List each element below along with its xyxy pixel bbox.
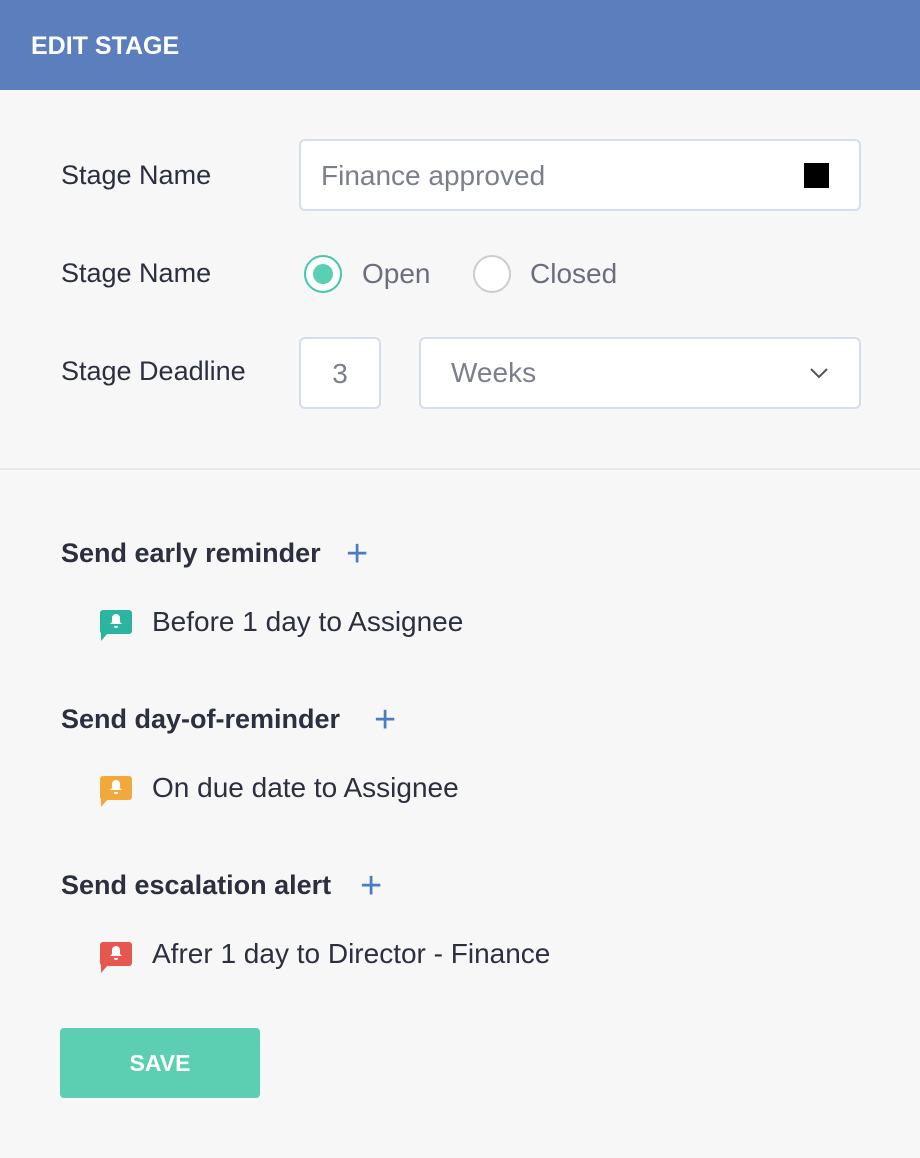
deadline-number-input[interactable]: 3 (299, 337, 381, 409)
escalation-alert-item[interactable]: Afrer 1 day to Director - Finance (100, 938, 551, 973)
page-title: EDIT STAGE (31, 32, 180, 60)
add-day-of-reminder-button[interactable]: + (374, 701, 396, 739)
save-button[interactable]: SAVE (60, 1028, 260, 1098)
divider (0, 468, 920, 470)
page-header: EDIT STAGE (0, 0, 920, 90)
bell-icon (100, 941, 132, 973)
day-of-reminder-text: On due date to Assignee (152, 772, 459, 803)
early-reminder-item[interactable]: Before 1 day to Assignee (100, 606, 464, 641)
deadline-unit-value: Weeks (451, 357, 537, 388)
chevron-down-icon (810, 368, 828, 379)
radio-closed-label[interactable]: Closed (530, 258, 617, 290)
status-label: Stage Name (61, 258, 212, 288)
early-reminder-text: Before 1 day to Assignee (152, 606, 464, 637)
day-of-reminder-title: Send day-of-reminder (61, 704, 341, 734)
stage-name-input[interactable]: Finance approved (299, 139, 861, 211)
escalation-alert-title: Send escalation alert (61, 870, 332, 900)
deadline-number-value: 3 (332, 358, 348, 389)
deadline-unit-select[interactable]: Weeks (419, 337, 861, 409)
radio-open[interactable] (304, 255, 342, 293)
radio-closed[interactable] (473, 255, 511, 293)
color-picker-swatch[interactable] (804, 163, 829, 188)
radio-open-label[interactable]: Open (362, 258, 431, 290)
early-reminder-title: Send early reminder (61, 538, 321, 568)
stage-name-label: Stage Name (61, 160, 212, 190)
stage-name-value: Finance approved (321, 160, 546, 191)
add-escalation-alert-button[interactable]: + (360, 867, 382, 905)
deadline-label: Stage Deadline (61, 356, 246, 386)
bell-icon (100, 609, 132, 641)
bell-icon (100, 775, 132, 807)
day-of-reminder-item[interactable]: On due date to Assignee (100, 772, 459, 807)
escalation-alert-text: Afrer 1 day to Director - Finance (152, 938, 551, 969)
add-early-reminder-button[interactable]: + (346, 535, 368, 573)
